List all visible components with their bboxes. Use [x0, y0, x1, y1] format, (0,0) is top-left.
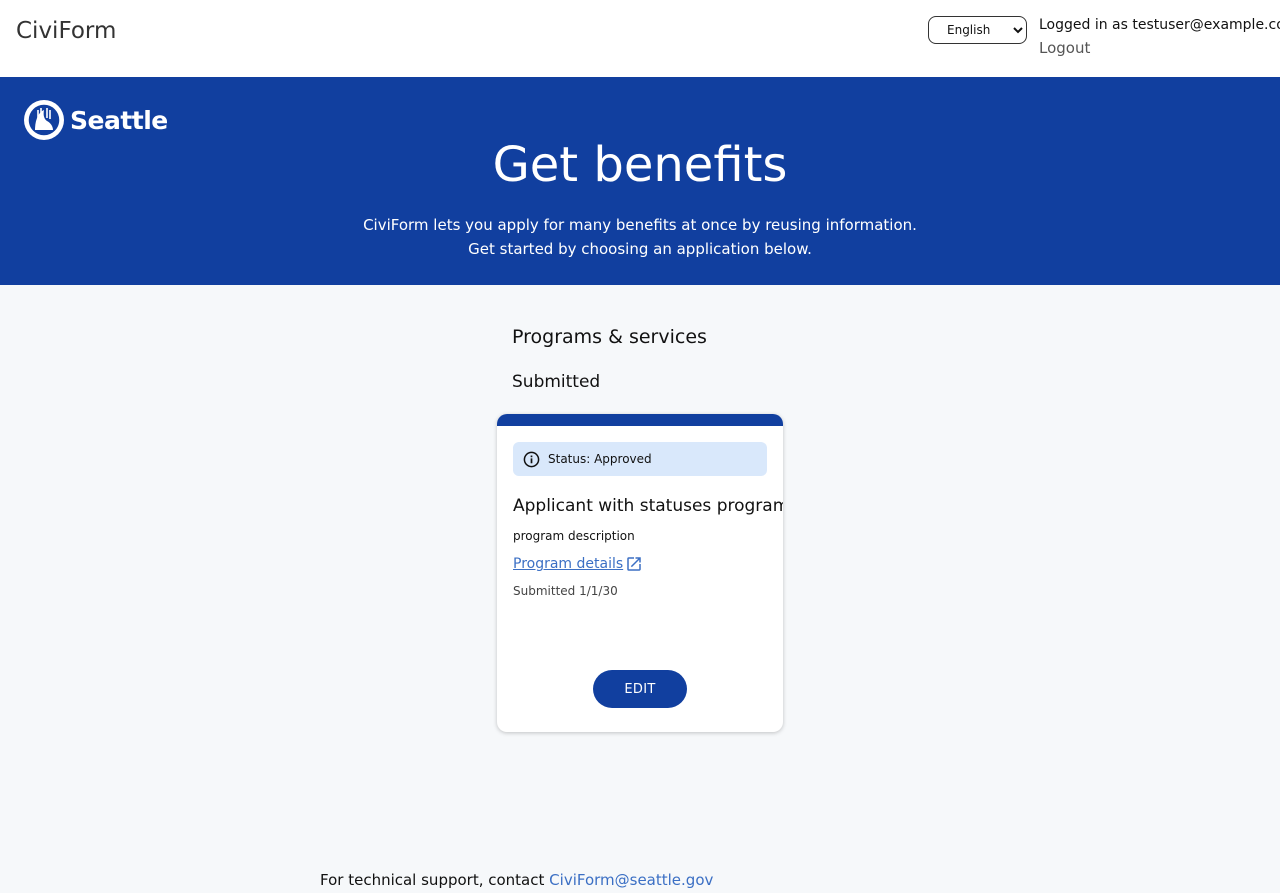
hero-banner: Seattle Get benefits CiviForm lets you a… — [0, 77, 1280, 285]
program-title: Applicant with statuses program — [513, 496, 783, 516]
submitted-heading: Submitted — [512, 372, 601, 392]
external-link-icon — [625, 555, 643, 573]
page-title: Get benefits — [492, 137, 788, 193]
top-navigation: CiviForm English Logged in as testuser@e… — [0, 0, 1280, 77]
submitted-date: Submitted 1/1/30 — [513, 584, 618, 598]
logged-in-text: Logged in as testuser@example.com — [1039, 17, 1280, 33]
logo-text: Seattle — [70, 105, 168, 135]
logout-link[interactable]: Logout — [1039, 38, 1275, 58]
brand-title[interactable]: CiviForm — [16, 18, 116, 44]
programs-heading: Programs & services — [512, 326, 707, 348]
program-details-link[interactable]: Program details — [513, 555, 643, 573]
user-info: Logged in as testuser@example.com Logout — [1039, 15, 1280, 58]
hero-subtitle: CiviForm lets you apply for many benefit… — [0, 213, 1280, 261]
card-top-bar — [497, 414, 783, 426]
program-description: program description — [513, 529, 635, 543]
seattle-logo: Seattle — [24, 100, 168, 140]
support-email-link[interactable]: CiviForm@seattle.gov — [549, 871, 713, 889]
support-text: For technical support, contact — [320, 871, 545, 889]
program-card: Status: Approved Applicant with statuses… — [497, 414, 783, 732]
hero-subtitle-line1: CiviForm lets you apply for many benefit… — [363, 216, 917, 234]
status-text: Status: Approved — [548, 452, 652, 466]
footer-support: For technical support, contact CiviForm@… — [320, 871, 713, 889]
hero-subtitle-line2: Get started by choosing an application b… — [468, 240, 812, 258]
edit-button[interactable]: EDIT — [593, 670, 687, 708]
language-select[interactable]: English — [928, 16, 1027, 44]
status-badge: Status: Approved — [513, 442, 767, 476]
program-details-label: Program details — [513, 556, 624, 572]
seattle-seal-icon — [24, 100, 64, 140]
info-icon — [522, 450, 540, 468]
